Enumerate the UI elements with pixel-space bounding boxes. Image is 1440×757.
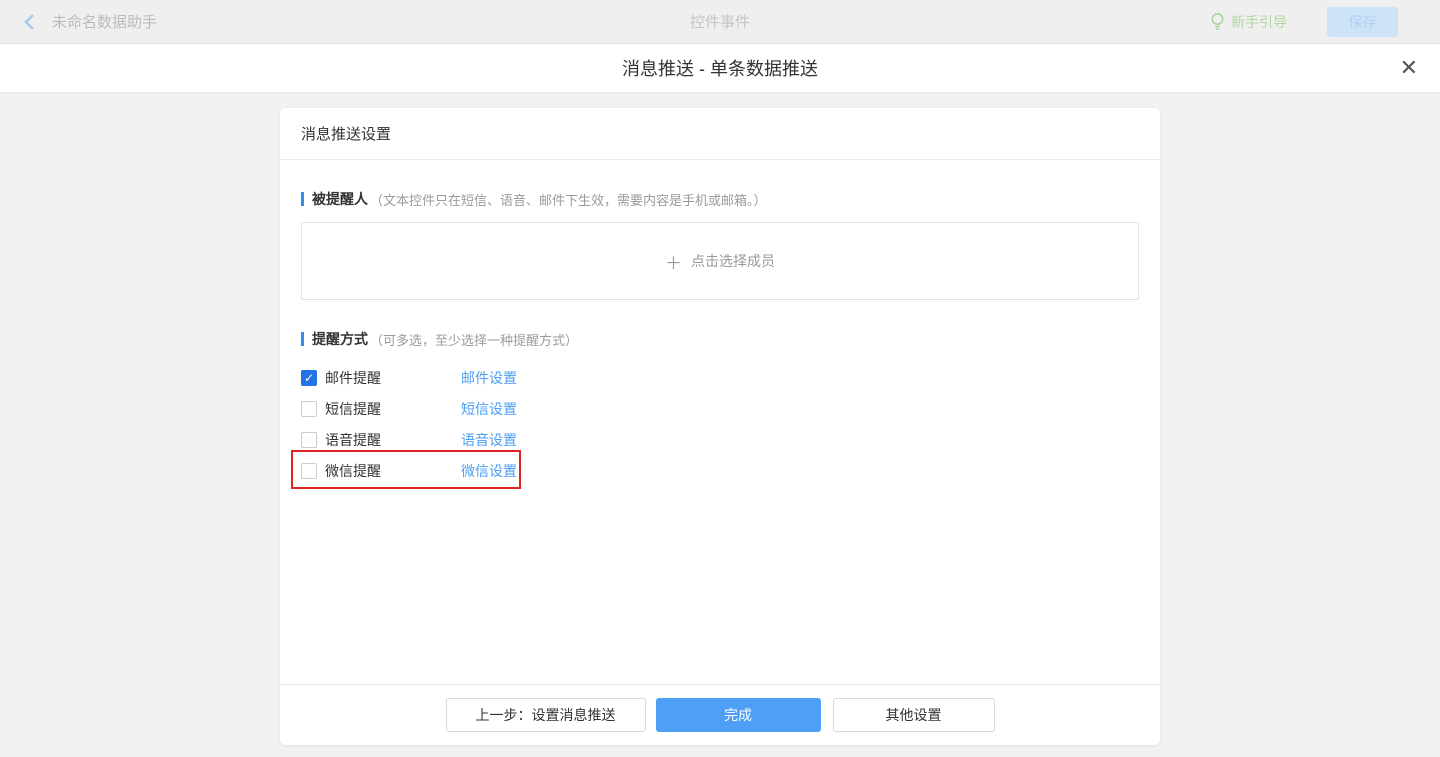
recipient-section-title: 被提醒人	[312, 189, 368, 209]
select-member-box[interactable]: ＋ 点击选择成员	[301, 222, 1139, 300]
section-accent-bar	[301, 192, 304, 206]
reminder-option-row: 语音提醒语音设置	[301, 424, 1139, 455]
checkbox-unchecked-icon[interactable]	[301, 463, 317, 479]
reminder-settings-link[interactable]: 邮件设置	[461, 368, 517, 388]
method-section-note: （可多选，至少选择一种提醒方式）	[370, 330, 578, 349]
checkbox-unchecked-icon[interactable]	[301, 401, 317, 417]
assistant-title: 未命名数据助手	[52, 11, 157, 32]
previous-step-button[interactable]: 上一步：设置消息推送	[446, 698, 646, 732]
screen: 未命名数据助手 控件事件 新手引导 保存 消息推送 - 单条数据推送 ✕ 消息推…	[0, 0, 1440, 757]
method-section-title: 提醒方式	[312, 329, 368, 349]
reminder-option-row: 短信提醒短信设置	[301, 393, 1139, 424]
reminder-option-label: 邮件提醒	[325, 368, 461, 388]
method-section-header: 提醒方式 （可多选，至少选择一种提醒方式）	[301, 329, 1139, 349]
beginner-guide-label: 新手引导	[1231, 12, 1287, 32]
card-title: 消息推送设置	[280, 108, 1160, 160]
reminder-option-label: 短信提醒	[325, 399, 461, 419]
topbar-left-group: 未命名数据助手	[22, 11, 157, 32]
section-accent-bar	[301, 332, 304, 346]
reminder-option-label: 语音提醒	[325, 430, 461, 450]
lightbulb-icon	[1210, 12, 1225, 31]
beginner-guide-link[interactable]: 新手引导	[1210, 12, 1287, 32]
recipient-section-header: 被提醒人 （文本控件只在短信、语音、邮件下生效，需要内容是手机或邮箱。）	[301, 189, 1139, 209]
save-button[interactable]: 保存	[1327, 7, 1398, 37]
reminder-options: ✓邮件提醒邮件设置短信提醒短信设置语音提醒语音设置微信提醒微信设置	[301, 362, 1139, 486]
back-chevron-icon[interactable]	[22, 13, 38, 31]
plus-icon: ＋	[665, 249, 682, 274]
reminder-settings-link[interactable]: 微信设置	[461, 461, 517, 481]
select-member-label: 点击选择成员	[691, 251, 775, 271]
message-push-settings-card: 消息推送设置 被提醒人 （文本控件只在短信、语音、邮件下生效，需要内容是手机或邮…	[280, 108, 1160, 745]
card-footer: 上一步：设置消息推送 完成 其他设置	[280, 684, 1160, 745]
close-icon[interactable]: ✕	[1400, 54, 1418, 82]
top-app-bar: 未命名数据助手 控件事件 新手引导 保存	[0, 0, 1440, 44]
other-settings-button[interactable]: 其他设置	[833, 698, 995, 732]
reminder-settings-link[interactable]: 短信设置	[461, 399, 517, 419]
reminder-option-label: 微信提醒	[325, 461, 461, 481]
card-body: 被提醒人 （文本控件只在短信、语音、邮件下生效，需要内容是手机或邮箱。） ＋ 点…	[280, 189, 1160, 486]
checkbox-checked-icon[interactable]: ✓	[301, 370, 317, 386]
reminder-option-row: ✓ 邮件提醒邮件设置	[301, 362, 1139, 393]
reminder-option-row: 微信提醒微信设置	[301, 455, 1139, 486]
modal-title: 消息推送 - 单条数据推送	[622, 55, 818, 81]
done-button[interactable]: 完成	[656, 698, 821, 732]
reminder-settings-link[interactable]: 语音设置	[461, 430, 517, 450]
checkbox-unchecked-icon[interactable]	[301, 432, 317, 448]
modal-header: 消息推送 - 单条数据推送 ✕	[0, 44, 1440, 93]
recipient-section-note: （文本控件只在短信、语音、邮件下生效，需要内容是手机或邮箱。）	[370, 190, 767, 209]
topbar-right-group: 新手引导 保存	[1210, 7, 1398, 37]
